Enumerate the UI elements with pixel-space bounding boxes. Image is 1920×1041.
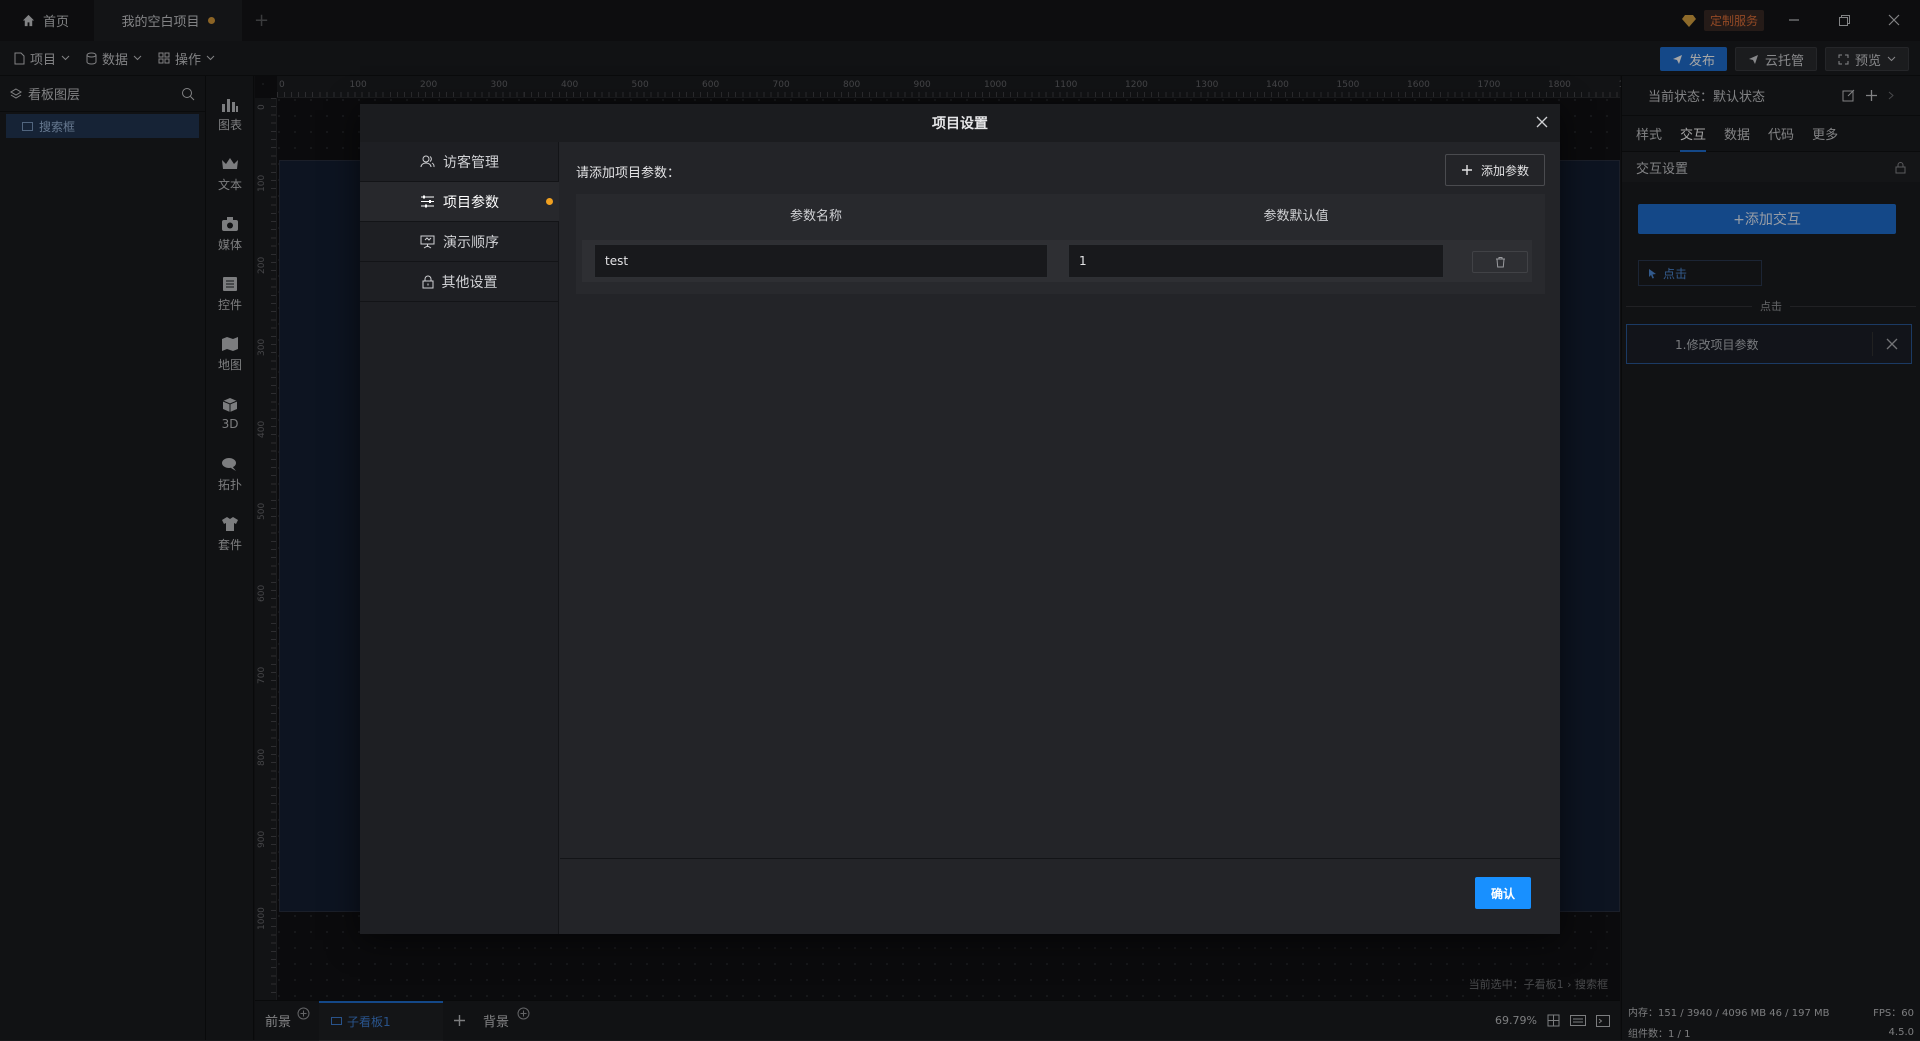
col-header-name: 参数名称: [789, 208, 842, 224]
dialog-body: 请添加项目参数： 添加参数 参数名称 参数默认值 test 1: [560, 142, 1560, 858]
nav-demo-order[interactable]: 演示顺序: [360, 222, 559, 262]
sliders-icon: [420, 195, 435, 208]
nav-project-params[interactable]: 项目参数: [360, 182, 559, 222]
modified-dot-icon: [546, 198, 553, 205]
nav-label: 访客管理: [443, 154, 499, 171]
dialog-footer: 确认: [560, 858, 1560, 934]
nav-label: 演示顺序: [443, 234, 499, 251]
lock-icon: [422, 275, 434, 289]
confirm-button[interactable]: 确认: [1475, 877, 1531, 909]
dialog-title: 项目设置: [932, 116, 988, 132]
nav-label: 项目参数: [443, 194, 499, 211]
add-params-prompt: 请添加项目参数：: [576, 166, 681, 181]
project-settings-dialog: 项目设置 访客管理 项目参数 演示顺序 其他设置 请添加项目参数： 添加参数 参…: [360, 104, 1560, 934]
close-icon[interactable]: [1536, 116, 1548, 128]
col-header-default: 参数默认值: [1263, 208, 1329, 224]
nav-label: 其他设置: [441, 274, 498, 291]
nav-other-settings[interactable]: 其他设置: [360, 262, 559, 302]
plus-icon: [1461, 164, 1473, 176]
users-icon: [420, 155, 435, 168]
add-param-button[interactable]: 添加参数: [1445, 154, 1545, 186]
nav-visitor-management[interactable]: 访客管理: [360, 142, 559, 182]
add-param-label: 添加参数: [1480, 163, 1529, 178]
dialog-header: 项目设置: [360, 104, 1560, 142]
param-name-input[interactable]: test: [594, 244, 1048, 278]
params-table: 参数名称 参数默认值 test 1: [576, 194, 1545, 294]
table-row: test 1: [582, 240, 1532, 282]
delete-row-button[interactable]: [1472, 251, 1528, 273]
presentation-icon: [420, 235, 435, 249]
param-default-input[interactable]: 1: [1068, 244, 1444, 278]
dialog-nav: 访客管理 项目参数 演示顺序 其他设置: [360, 142, 559, 934]
trash-icon: [1495, 256, 1506, 268]
